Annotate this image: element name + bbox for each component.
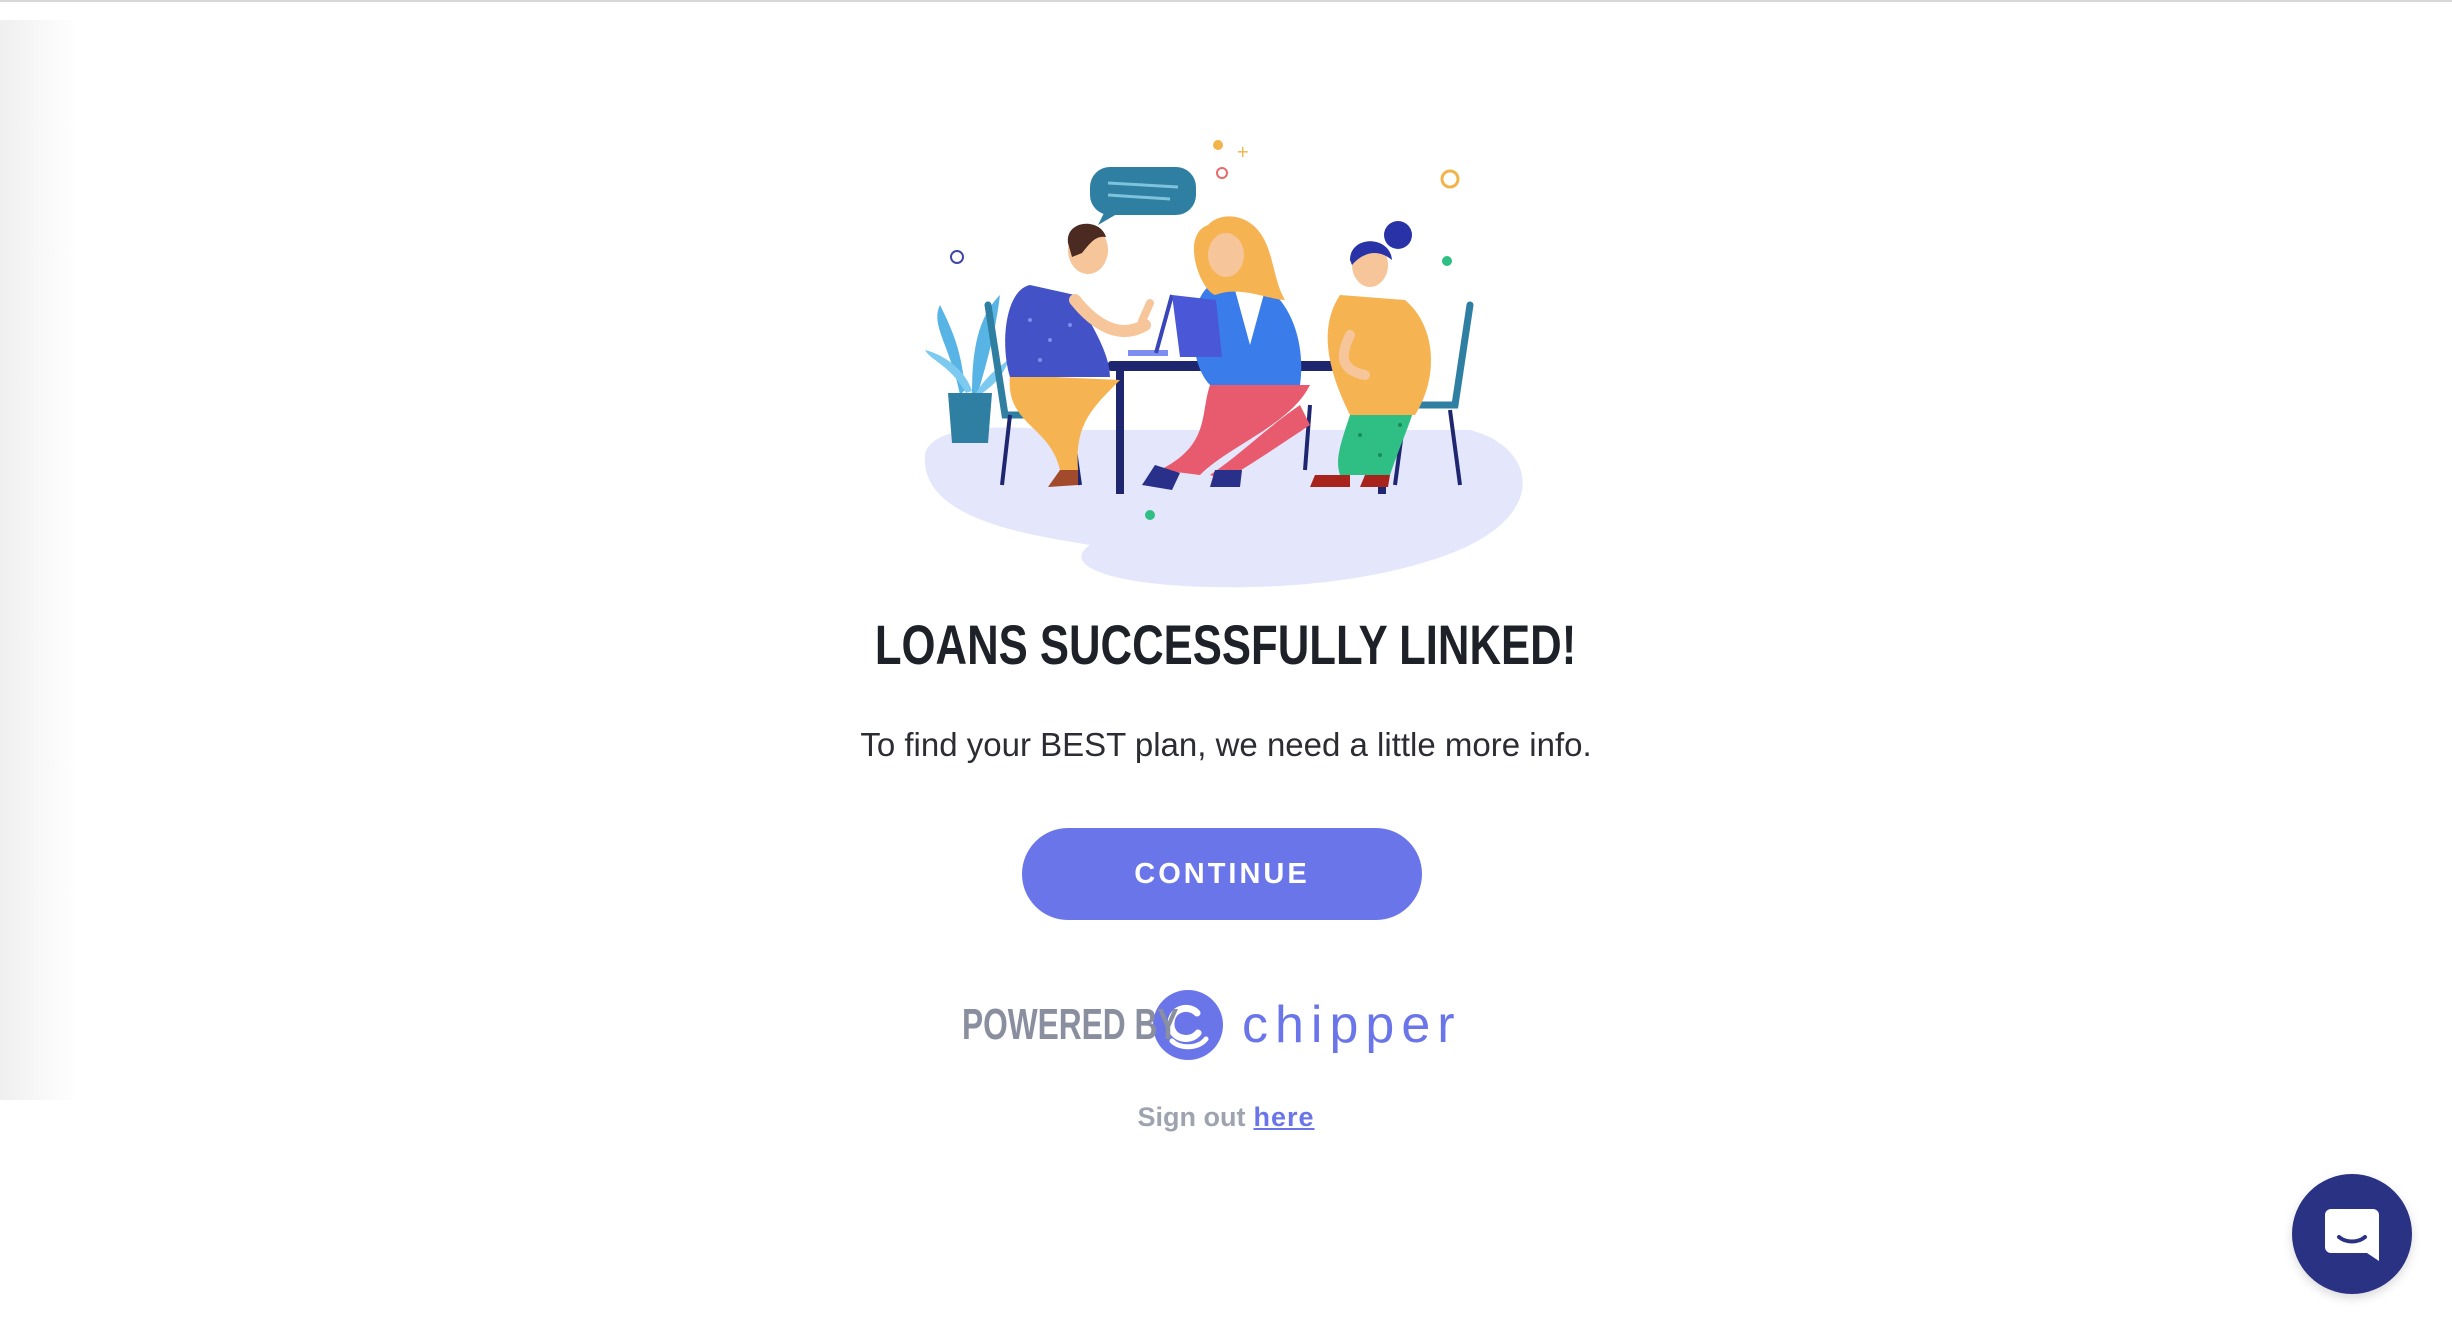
top-divider (0, 0, 2452, 2)
continue-button[interactable]: CONTINUE (1022, 828, 1422, 920)
svg-text:+: + (1236, 142, 1249, 161)
powered-by-label: POWERED BY (962, 1000, 1179, 1049)
left-panel-shadow (0, 20, 80, 1100)
page-title: LOANS SUCCESSFULLY LINKED! (874, 613, 1577, 676)
signout-row: Sign out here (0, 1102, 2452, 1133)
signout-link[interactable]: here (1253, 1102, 1314, 1132)
chipper-brand-name: chipper (1242, 996, 1462, 1054)
chat-launcher-button[interactable] (2292, 1174, 2412, 1294)
team-meeting-illustration: + (924, 140, 1523, 588)
chat-bubble-icon (2325, 1209, 2379, 1261)
page: + LOANS SUCCESSFULLY LINKED! To find you… (0, 0, 2452, 1334)
signout-text: Sign out (1137, 1102, 1246, 1132)
page-subtitle: To find your BEST plan, we need a little… (860, 726, 1592, 763)
powered-by-chipper: POWERED BY chipper (962, 990, 1462, 1060)
